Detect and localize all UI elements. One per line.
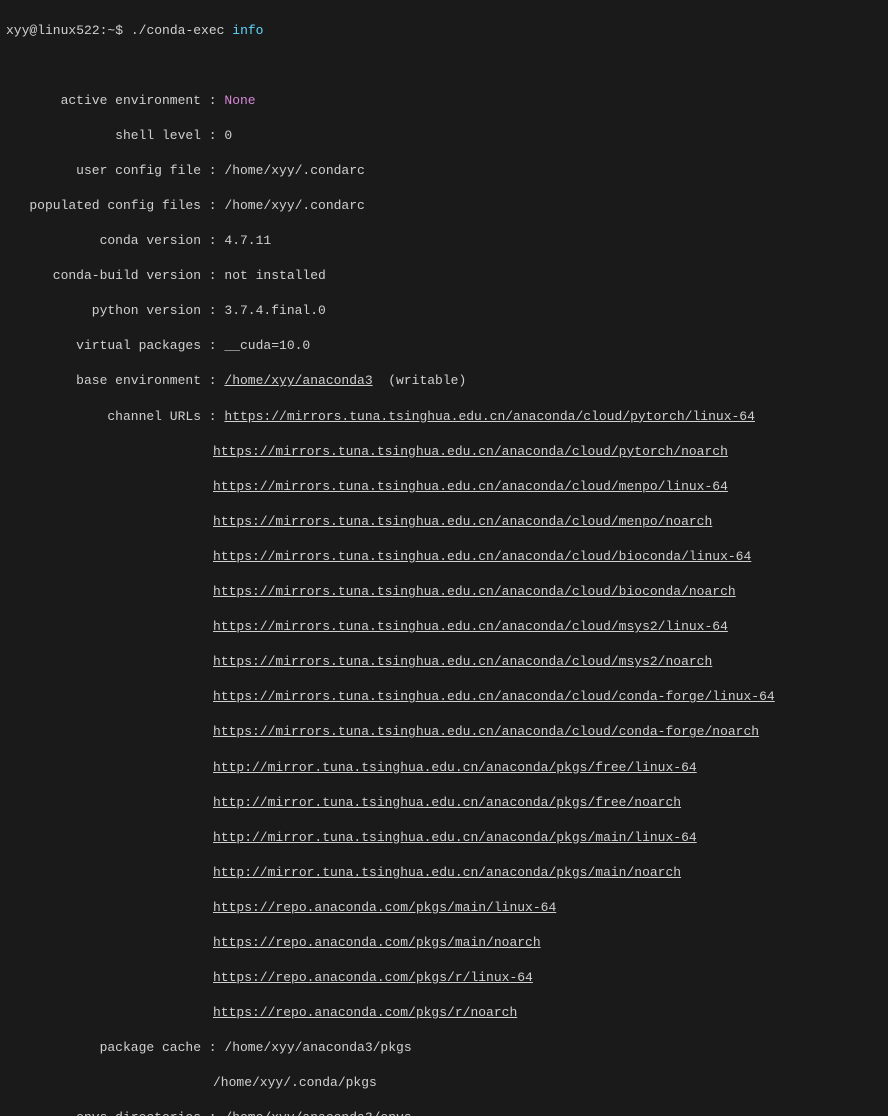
channel-url[interactable]: https://repo.anaconda.com/pkgs/r/linux-6…	[213, 970, 533, 985]
channel-url-row: https://mirrors.tuna.tsinghua.edu.cn/ana…	[6, 443, 882, 461]
label-conda-build-version: conda-build version	[6, 267, 201, 285]
channel-url-row: https://mirrors.tuna.tsinghua.edu.cn/ana…	[6, 688, 882, 706]
info-active-environment: active environment : None	[6, 92, 882, 110]
channel-url[interactable]: http://mirror.tuna.tsinghua.edu.cn/anaco…	[213, 795, 681, 810]
label-user-config-file: user config file	[6, 162, 201, 180]
value-envs-directories: /home/xyy/anaconda3/envs	[224, 1110, 411, 1116]
label-envs-directories: envs directories	[6, 1109, 201, 1116]
channel-url[interactable]: https://mirrors.tuna.tsinghua.edu.cn/ana…	[213, 619, 728, 634]
info-conda-version: conda version : 4.7.11	[6, 232, 882, 250]
prompt-path: :~$	[100, 23, 123, 38]
label-python-version: python version	[6, 302, 201, 320]
label-base-environment: base environment	[6, 372, 201, 390]
channel-url-row: https://repo.anaconda.com/pkgs/main/linu…	[6, 899, 882, 917]
label-active-environment: active environment	[6, 92, 201, 110]
channel-url[interactable]: https://mirrors.tuna.tsinghua.edu.cn/ana…	[213, 584, 736, 599]
channel-url-row: http://mirror.tuna.tsinghua.edu.cn/anaco…	[6, 829, 882, 847]
channel-url[interactable]: http://mirror.tuna.tsinghua.edu.cn/anaco…	[213, 830, 697, 845]
channel-url[interactable]: https://mirrors.tuna.tsinghua.edu.cn/ana…	[213, 549, 751, 564]
prompt-line[interactable]: xyy@linux522:~$ ./conda-exec info	[6, 22, 882, 40]
channel-url-row: https://mirrors.tuna.tsinghua.edu.cn/ana…	[6, 653, 882, 671]
info-conda-build-version: conda-build version : not installed	[6, 267, 882, 285]
value-package-cache: /home/xyy/anaconda3/pkgs	[224, 1040, 411, 1055]
label-shell-level: shell level	[6, 127, 201, 145]
channel-url-row: https://mirrors.tuna.tsinghua.edu.cn/ana…	[6, 548, 882, 566]
channel-url-row: https://repo.anaconda.com/pkgs/r/linux-6…	[6, 969, 882, 987]
channel-url-row: http://mirror.tuna.tsinghua.edu.cn/anaco…	[6, 759, 882, 777]
label-populated-config-files: populated config files	[6, 197, 201, 215]
info-python-version: python version : 3.7.4.final.0	[6, 302, 882, 320]
channel-url[interactable]: https://mirrors.tuna.tsinghua.edu.cn/ana…	[213, 654, 712, 669]
channel-url-row: http://mirror.tuna.tsinghua.edu.cn/anaco…	[6, 794, 882, 812]
label-virtual-packages: virtual packages	[6, 337, 201, 355]
channel-url[interactable]: http://mirror.tuna.tsinghua.edu.cn/anaco…	[213, 760, 697, 775]
prompt-arg: info	[232, 23, 263, 38]
info-envs-directories: envs directories : /home/xyy/anaconda3/e…	[6, 1109, 882, 1116]
channel-url[interactable]: https://mirrors.tuna.tsinghua.edu.cn/ana…	[224, 409, 755, 424]
channel-url[interactable]: https://mirrors.tuna.tsinghua.edu.cn/ana…	[213, 689, 775, 704]
info-populated-config-files: populated config files : /home/xyy/.cond…	[6, 197, 882, 215]
info-base-environment: base environment : /home/xyy/anaconda3 (…	[6, 372, 882, 390]
channel-url-row: https://repo.anaconda.com/pkgs/r/noarch	[6, 1004, 882, 1022]
package-cache-row: /home/xyy/.conda/pkgs	[6, 1074, 882, 1092]
value-user-config-file: /home/xyy/.condarc	[224, 163, 364, 178]
channel-url[interactable]: https://mirrors.tuna.tsinghua.edu.cn/ana…	[213, 724, 759, 739]
value-conda-build-version: not installed	[224, 268, 325, 283]
channel-url-row: https://mirrors.tuna.tsinghua.edu.cn/ana…	[6, 723, 882, 741]
info-virtual-packages: virtual packages : __cuda=10.0	[6, 337, 882, 355]
channel-url-row: https://mirrors.tuna.tsinghua.edu.cn/ana…	[6, 618, 882, 636]
channel-url[interactable]: https://repo.anaconda.com/pkgs/main/linu…	[213, 900, 556, 915]
value-python-version: 3.7.4.final.0	[224, 303, 325, 318]
value-package-cache: /home/xyy/.conda/pkgs	[213, 1075, 377, 1090]
channel-url[interactable]: https://mirrors.tuna.tsinghua.edu.cn/ana…	[213, 444, 728, 459]
channel-url[interactable]: https://repo.anaconda.com/pkgs/r/noarch	[213, 1005, 517, 1020]
channel-url[interactable]: https://mirrors.tuna.tsinghua.edu.cn/ana…	[213, 514, 712, 529]
channel-url-row: https://mirrors.tuna.tsinghua.edu.cn/ana…	[6, 513, 882, 531]
channel-url-row: https://repo.anaconda.com/pkgs/main/noar…	[6, 934, 882, 952]
label-conda-version: conda version	[6, 232, 201, 250]
channel-url-row: https://mirrors.tuna.tsinghua.edu.cn/ana…	[6, 478, 882, 496]
value-virtual-packages: __cuda=10.0	[224, 338, 310, 353]
label-package-cache: package cache	[6, 1039, 201, 1057]
channel-url[interactable]: https://repo.anaconda.com/pkgs/main/noar…	[213, 935, 541, 950]
prompt-command: ./conda-exec	[131, 23, 225, 38]
channel-url-row: https://mirrors.tuna.tsinghua.edu.cn/ana…	[6, 583, 882, 601]
value-base-environment: /home/xyy/anaconda3	[224, 373, 372, 388]
info-channel-urls: channel URLs : https://mirrors.tuna.tsin…	[6, 408, 882, 426]
terminal-output: xyy@linux522:~$ ./conda-exec info active…	[6, 4, 882, 1116]
channel-url[interactable]: https://mirrors.tuna.tsinghua.edu.cn/ana…	[213, 479, 728, 494]
channel-url-row: http://mirror.tuna.tsinghua.edu.cn/anaco…	[6, 864, 882, 882]
info-package-cache: package cache : /home/xyy/anaconda3/pkgs	[6, 1039, 882, 1057]
blank-line	[6, 57, 882, 75]
value-shell-level: 0	[224, 128, 232, 143]
label-channel-urls: channel URLs	[6, 408, 201, 426]
prompt-user-host: xyy@linux522	[6, 23, 100, 38]
value-base-environment-suffix: (writable)	[373, 373, 467, 388]
value-populated-config-files: /home/xyy/.condarc	[224, 198, 364, 213]
info-user-config-file: user config file : /home/xyy/.condarc	[6, 162, 882, 180]
value-conda-version: 4.7.11	[224, 233, 271, 248]
info-shell-level: shell level : 0	[6, 127, 882, 145]
value-active-environment: None	[224, 93, 255, 108]
channel-url[interactable]: http://mirror.tuna.tsinghua.edu.cn/anaco…	[213, 865, 681, 880]
